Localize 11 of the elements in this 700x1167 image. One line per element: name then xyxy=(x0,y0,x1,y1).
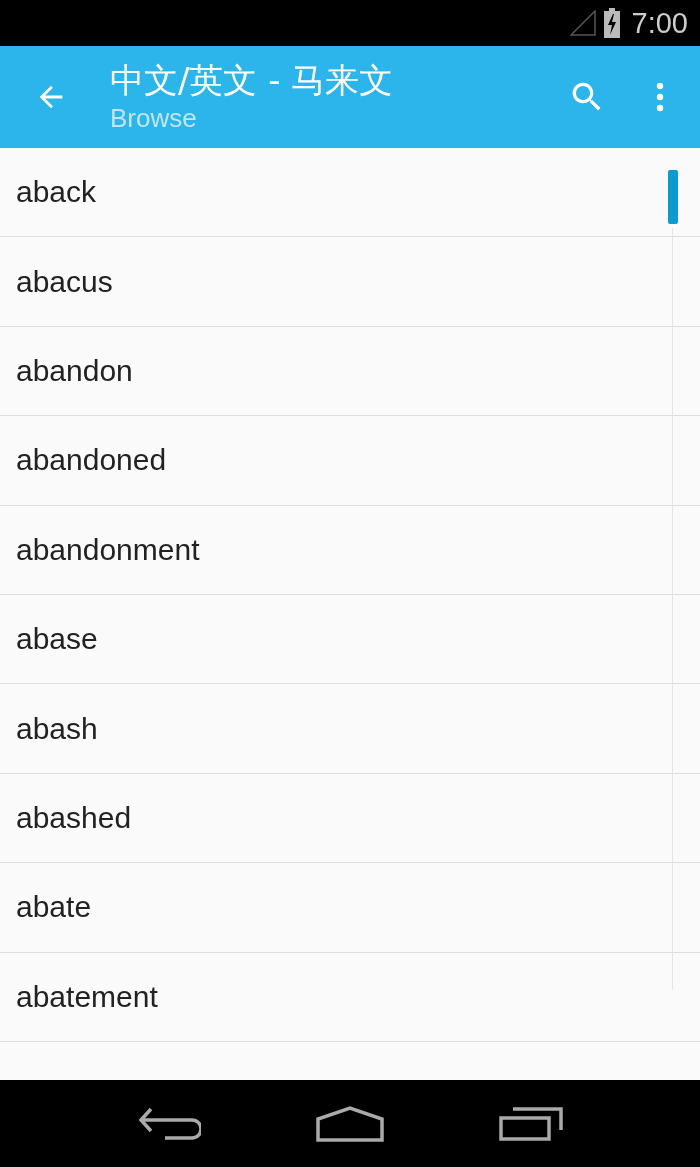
signal-icon xyxy=(569,10,596,36)
word-list-item[interactable]: abatement xyxy=(0,952,700,1042)
scrollbar-thumb[interactable] xyxy=(668,170,678,224)
status-time: 7:00 xyxy=(631,6,688,40)
home-nav-button[interactable] xyxy=(316,1105,384,1142)
recent-apps-nav-button[interactable] xyxy=(498,1106,563,1141)
app-title: 中文/英文 - 马来文 xyxy=(110,59,394,101)
back-nav-button[interactable] xyxy=(137,1106,202,1141)
more-options-button[interactable] xyxy=(656,82,664,112)
app-subtitle: Browse xyxy=(110,102,197,135)
battery-icon xyxy=(603,8,620,38)
